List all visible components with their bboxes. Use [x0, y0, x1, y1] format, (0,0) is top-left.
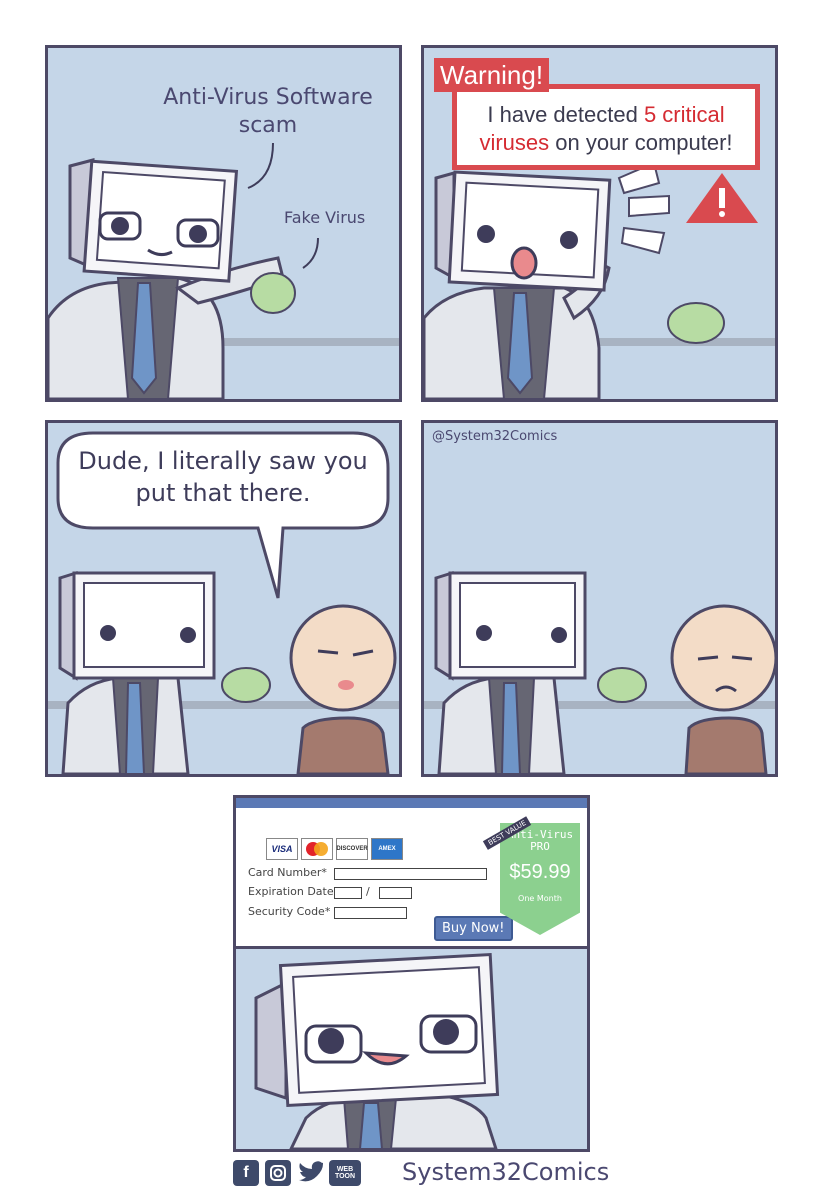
product-price: $59.99: [509, 861, 571, 883]
warning-viruses: viruses: [479, 130, 550, 155]
panel-2: I have detected 5 critical viruses on yo…: [421, 45, 778, 402]
panel-3: Dude, I literally saw you put that there…: [45, 420, 402, 777]
warning-text-post: on your computer!: [549, 130, 733, 155]
price-tag: Anti-Virus PRO $59.99 One Month: [500, 823, 580, 935]
card-number-label: Card Number*: [248, 866, 327, 879]
speech-bubble-text: Dude, I literally saw you put that there…: [78, 447, 368, 507]
panel-1: Anti-Virus Software scam Fake Virus: [45, 45, 402, 402]
mastercard-logo: [301, 838, 333, 860]
panel-5: VISA DISCOVER AMEX Card Number* Expirati…: [233, 795, 590, 1152]
label-fake-virus: Fake Virus: [284, 208, 366, 227]
product-term: One Month: [518, 894, 562, 903]
webtoon-label: WEB TOON: [334, 1166, 356, 1180]
instagram-icon[interactable]: [265, 1160, 291, 1186]
amex-logo: AMEX: [371, 838, 403, 860]
panel-4: @System32Comics: [421, 420, 778, 777]
card-logos: VISA DISCOVER AMEX: [266, 838, 403, 860]
warning-text-pre: I have detected: [487, 102, 644, 127]
expiration-month-input[interactable]: [334, 887, 362, 899]
twitter-icon[interactable]: [297, 1160, 323, 1186]
security-code-label: Security Code*: [248, 905, 331, 918]
social-icons: f WEB TOON: [233, 1160, 361, 1186]
card-number-input[interactable]: [334, 868, 487, 880]
caption-scam: Anti-Virus Software scam: [163, 85, 373, 138]
credit-handle: @System32Comics: [432, 429, 558, 444]
webtoon-icon[interactable]: WEB TOON: [329, 1160, 361, 1186]
expiration-year-input[interactable]: [379, 887, 412, 899]
visa-logo: VISA: [266, 838, 298, 860]
facebook-icon[interactable]: f: [233, 1160, 259, 1186]
buy-now-button[interactable]: Buy Now!: [434, 916, 513, 941]
security-code-input[interactable]: [334, 907, 407, 919]
panel-4-art: [424, 570, 775, 774]
discover-logo: DISCOVER: [336, 838, 368, 860]
product-line2: PRO: [530, 840, 550, 853]
expiration-label: Expiration Date*: [248, 885, 340, 898]
expiration-separator: /: [366, 885, 370, 898]
warning-title: Warning!: [434, 58, 550, 92]
browser-bar: [236, 798, 587, 808]
footer-brand-name: System32Comics: [402, 1158, 610, 1186]
warning-count: 5 critical: [643, 102, 725, 127]
warning-dialog: I have detected 5 critical viruses on yo…: [452, 84, 760, 170]
